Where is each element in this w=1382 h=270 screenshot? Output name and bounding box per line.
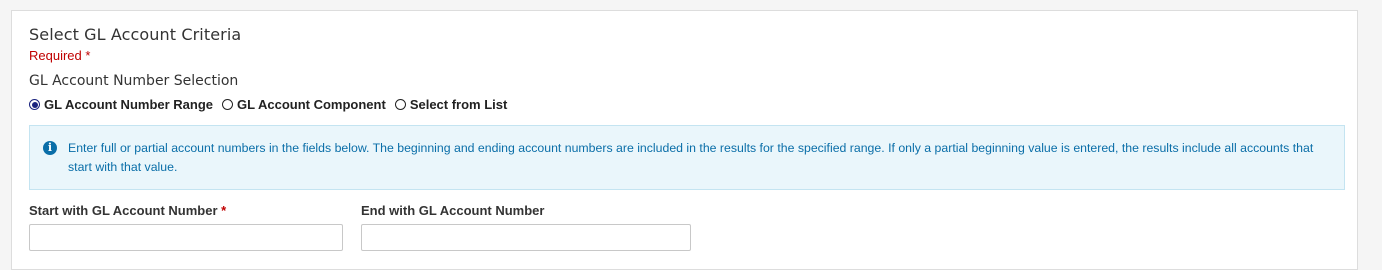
section-title: Select GL Account Criteria [29,25,242,44]
start-account-label: Start with GL Account Number * [29,203,226,218]
end-account-input[interactable] [361,224,691,251]
radio-account-number-range[interactable]: GL Account Number Range [29,97,213,112]
radio-checked-icon[interactable] [29,99,40,110]
selection-radio-group: GL Account Number Range GL Account Compo… [29,97,516,112]
radio-label: Select from List [409,97,508,112]
radio-label: GL Account Number Range [44,97,214,112]
start-account-label-text: Start with GL Account Number [29,203,218,218]
info-icon: i [43,141,57,155]
required-star: * [221,203,227,218]
end-account-label: End with GL Account Number [361,203,545,218]
gl-criteria-panel: Select GL Account Criteria Required * GL… [11,10,1358,270]
radio-account-component[interactable]: GL Account Component [222,97,386,112]
start-account-input[interactable] [29,224,343,251]
radio-unchecked-icon[interactable] [222,99,234,110]
info-message: i Enter full or partial account numbers … [29,125,1345,190]
info-text: Enter full or partial account numbers in… [68,141,1314,174]
required-star: * [85,48,91,63]
required-indicator: Required * [29,48,90,63]
radio-unchecked-icon[interactable] [394,99,406,110]
required-label: Required [29,48,82,63]
radio-select-from-list[interactable]: Select from List [394,97,508,112]
selection-label: GL Account Number Selection [29,73,239,89]
radio-label: GL Account Component [237,97,386,112]
